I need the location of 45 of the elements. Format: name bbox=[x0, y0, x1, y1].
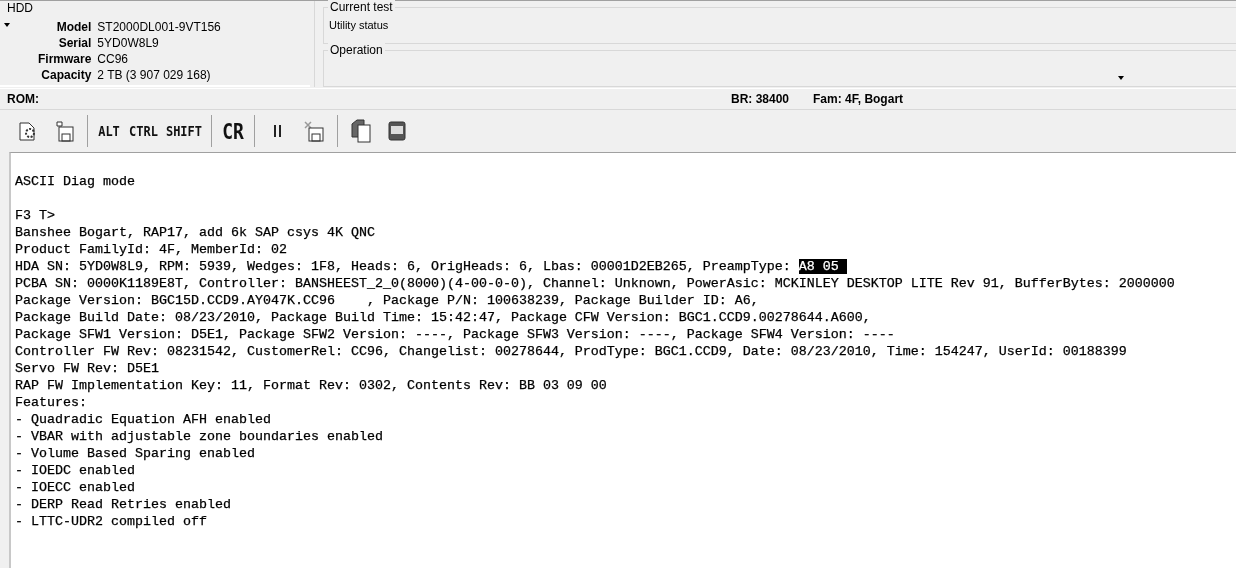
caret-icon[interactable] bbox=[4, 23, 10, 27]
terminal-line: PCBA SN: 0000K1189E8T, Controller: BANSHEEST_2_0(8000)(4-00-0-0), Channel: Unknown, PowerAsic: MCKINLEY DESKTOP LITE Rev 91, BufferBytes: 2000000 bbox=[15, 275, 1175, 292]
terminal-line: Banshee Bogart, RAP17, add 6k SAP csys 4K QNC bbox=[15, 224, 375, 241]
copy-icon bbox=[350, 119, 373, 143]
terminal-line: - IOECC enabled bbox=[15, 479, 135, 496]
group-title: Current test bbox=[328, 0, 395, 14]
field-value: CC96 bbox=[97, 51, 130, 67]
terminal-line: Features: bbox=[15, 394, 87, 411]
group-title: HDD bbox=[6, 1, 34, 15]
current-test-value: Utility status bbox=[328, 18, 390, 31]
terminal-line: Servo FW Rev: D5E1 bbox=[15, 360, 159, 377]
field-value: ST2000DL001-9VT156 bbox=[97, 19, 222, 35]
field-label: Model bbox=[56, 19, 92, 35]
terminal-line: Package Build Date: 08/23/2010, Package Build Time: 15:42:47, Package CFW Version: BGC1.CCD9.00278644.A600, bbox=[15, 309, 871, 326]
terminal-line: - VBAR with adjustable zone boundaries enabled bbox=[15, 428, 383, 445]
terminal-line: - Quadradic Equation AFH enabled bbox=[15, 411, 271, 428]
caret-icon[interactable] bbox=[1118, 76, 1124, 80]
terminal-line: Package SFW1 Version: D5E1, Package SFW2 Version: ----, Package SFW3 Version: ----, Package SFW4 Version: ---- bbox=[15, 326, 895, 343]
baud-rate: BR: 38400 bbox=[731, 92, 790, 106]
family-label: Fam: 4F, Bogart bbox=[813, 92, 904, 106]
terminal-line: Controller FW Rev: 08231542, CustomerRel: CC96, Changelist: 00278644, ProdType: BGC1.CCD9, Date: 08/23/2010, Time: 154247, UserId: 00188399 bbox=[15, 343, 1127, 360]
group-title: Operation bbox=[328, 43, 385, 57]
terminal-line: HDA SN: 5YD0W8L9, RPM: 5939, Wedges: 1F8, Heads: 6, OrigHeads: 6, Lbas: 00001D2EB265, PreampType: A8 05 bbox=[15, 258, 847, 275]
terminal-line: - Volume Based Sparing enabled bbox=[15, 445, 255, 462]
terminal-line: - DERP Read Retries enabled bbox=[15, 496, 231, 513]
field-value: 5YD0W8L9 bbox=[97, 35, 160, 51]
floppy-disk-icon bbox=[53, 120, 75, 142]
terminal-line: - LTTC-UDR2 compiled off bbox=[15, 513, 207, 530]
key-button[interactable]: SHIFT bbox=[161, 113, 207, 149]
key-button[interactable]: ALT bbox=[93, 113, 125, 149]
terminal-line: RAP FW Implementation Key: 11, Format Rev: 0302, Contents Rev: BB 03 09 00 bbox=[15, 377, 607, 394]
terminal-line: F3 T> bbox=[15, 207, 55, 224]
field-value: 2 TB (3 907 029 168) bbox=[97, 67, 212, 83]
key-button[interactable]: CTRL bbox=[125, 113, 162, 149]
floppy-cross-icon bbox=[303, 120, 326, 142]
rom-label: ROM: bbox=[6, 92, 40, 106]
terminal-line: - IOEDC enabled bbox=[15, 462, 135, 479]
terminal-line: Package Version: BGC15D.CCD9.AY047K.CC96 , Package P/N: 100638239, Package Builder ID: A6, bbox=[15, 292, 759, 309]
field-label: Capacity bbox=[41, 67, 92, 83]
pause-icon bbox=[273, 125, 284, 137]
field-label: Firmware bbox=[38, 51, 92, 67]
terminal-line: ASCII Diag mode bbox=[15, 173, 135, 190]
key-button[interactable]: CR bbox=[217, 113, 250, 149]
terminal-line: Product FamilyId: 4F, MemberId: 02 bbox=[15, 241, 287, 258]
field-label: Serial bbox=[58, 35, 92, 51]
